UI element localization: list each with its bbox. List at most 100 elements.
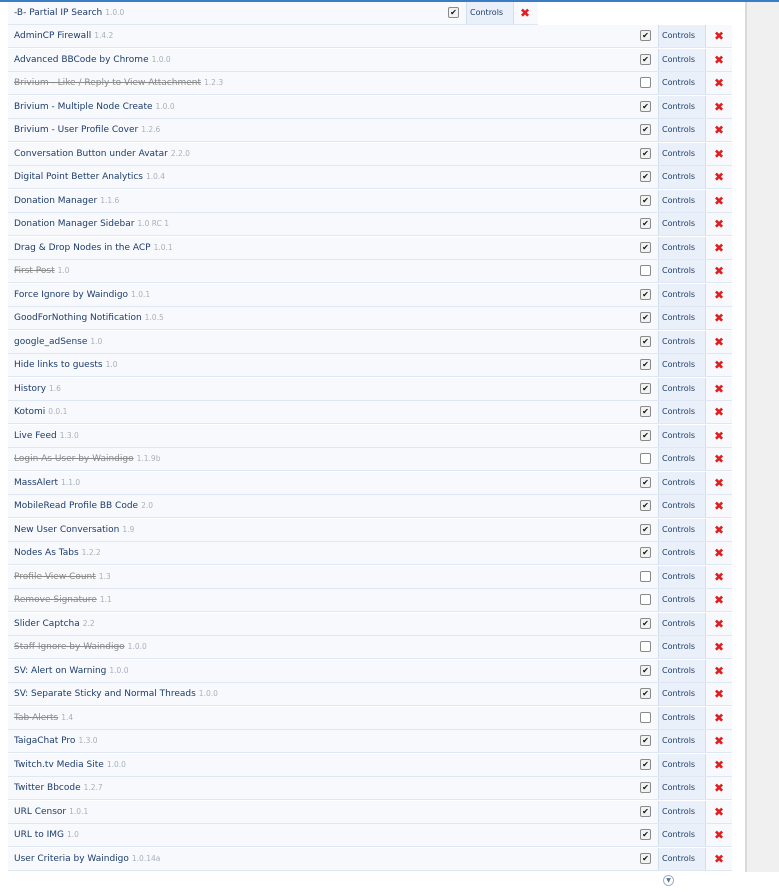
- addon-title[interactable]: AdminCP Firewall 1.4.2: [14, 25, 113, 47]
- enable-checkbox[interactable]: ✔: [640, 759, 651, 770]
- addon-name[interactable]: Brivium - Like / Reply to View Attachmen…: [14, 78, 201, 88]
- addon-title[interactable]: URL Censor 1.0.1: [14, 801, 88, 823]
- enable-checkbox[interactable]: ✔: [640, 500, 651, 511]
- addon-name[interactable]: google_adSense: [14, 337, 87, 347]
- controls-dropdown[interactable]: Controls▼: [658, 613, 706, 651]
- delete-icon[interactable]: ✖: [713, 453, 725, 465]
- delete-icon[interactable]: ✖: [713, 829, 725, 841]
- delete-icon[interactable]: ✖: [713, 735, 725, 747]
- delete-icon[interactable]: ✖: [713, 477, 725, 489]
- addon-name[interactable]: URL Censor: [14, 807, 66, 817]
- enable-checkbox[interactable]: ✔: [640, 853, 651, 864]
- addon-title[interactable]: Remove Signature 1.1: [14, 589, 112, 611]
- controls-dropdown[interactable]: Controls▼: [658, 237, 706, 275]
- addon-title[interactable]: Login As User by Waindigo 1.1.9b: [14, 448, 160, 470]
- enable-checkbox[interactable]: [640, 453, 651, 464]
- addon-name[interactable]: Conversation Button under Avatar: [14, 149, 168, 159]
- addon-name[interactable]: SV: Alert on Warning: [14, 666, 106, 676]
- addon-name[interactable]: Hide links to guests: [14, 360, 103, 370]
- addon-name[interactable]: History: [14, 384, 46, 394]
- delete-icon[interactable]: ✖: [713, 171, 725, 183]
- addon-name[interactable]: Nodes As Tabs: [14, 548, 79, 558]
- enable-checkbox[interactable]: ✔: [640, 195, 651, 206]
- controls-dropdown[interactable]: Controls▼: [658, 190, 706, 228]
- enable-checkbox[interactable]: ✔: [640, 665, 651, 676]
- addon-name[interactable]: New User Conversation: [14, 525, 119, 535]
- delete-icon[interactable]: ✖: [519, 7, 531, 19]
- enable-checkbox[interactable]: ✔: [640, 406, 651, 417]
- controls-dropdown[interactable]: Controls▼: [658, 425, 706, 463]
- controls-dropdown[interactable]: Controls▼: [658, 636, 706, 674]
- controls-dropdown[interactable]: Controls▼: [466, 2, 514, 40]
- controls-dropdown[interactable]: Controls▼: [658, 96, 706, 134]
- delete-icon[interactable]: ✖: [713, 524, 725, 536]
- controls-dropdown[interactable]: Controls▼: [658, 307, 706, 345]
- addon-name[interactable]: Profile View Count: [14, 572, 96, 582]
- controls-dropdown[interactable]: Controls▼: [658, 754, 706, 792]
- delete-icon[interactable]: ✖: [713, 218, 725, 230]
- controls-dropdown[interactable]: Controls▼: [658, 495, 706, 533]
- delete-icon[interactable]: ✖: [713, 336, 725, 348]
- enable-checkbox[interactable]: ✔: [640, 782, 651, 793]
- controls-dropdown[interactable]: Controls▼: [658, 519, 706, 557]
- addon-title[interactable]: First Post 1.0: [14, 260, 70, 282]
- addon-name[interactable]: GoodForNothing Notification: [14, 313, 142, 323]
- controls-dropdown[interactable]: Controls▼: [658, 284, 706, 322]
- addon-title[interactable]: Twitter Bbcode 1.2.7: [14, 777, 103, 799]
- delete-icon[interactable]: ✖: [713, 265, 725, 277]
- addon-name[interactable]: Login As User by Waindigo: [14, 454, 134, 464]
- delete-icon[interactable]: ✖: [713, 806, 725, 818]
- controls-dropdown[interactable]: Controls▼: [658, 730, 706, 768]
- enable-checkbox[interactable]: [640, 641, 651, 652]
- delete-icon[interactable]: ✖: [713, 124, 725, 136]
- addon-title[interactable]: Slider Captcha 2.2: [14, 613, 95, 635]
- enable-checkbox[interactable]: ✔: [640, 359, 651, 370]
- enable-checkbox[interactable]: ✔: [640, 430, 651, 441]
- controls-dropdown[interactable]: Controls▼: [658, 660, 706, 698]
- enable-checkbox[interactable]: ✔: [640, 171, 651, 182]
- addon-title[interactable]: Force Ignore by Waindigo 1.0.1: [14, 284, 150, 306]
- controls-dropdown[interactable]: Controls▼: [658, 448, 706, 486]
- addon-title[interactable]: Digital Point Better Analytics 1.0.4: [14, 166, 165, 188]
- addon-title[interactable]: Nodes As Tabs 1.2.2: [14, 542, 101, 564]
- delete-icon[interactable]: ✖: [713, 500, 725, 512]
- enable-checkbox[interactable]: ✔: [640, 30, 651, 41]
- addon-name[interactable]: Remove Signature: [14, 595, 97, 605]
- delete-icon[interactable]: ✖: [713, 665, 725, 677]
- addon-name[interactable]: First Post: [14, 266, 55, 276]
- controls-dropdown[interactable]: Controls▼: [658, 824, 706, 862]
- enable-checkbox[interactable]: ✔: [640, 101, 651, 112]
- addon-title[interactable]: Profile View Count 1.3: [14, 566, 111, 588]
- addon-name[interactable]: Twitter Bbcode: [14, 783, 81, 793]
- delete-icon[interactable]: ✖: [713, 406, 725, 418]
- addon-title[interactable]: Hide links to guests 1.0: [14, 354, 118, 376]
- addon-title[interactable]: Kotomi 0.0.1: [14, 401, 67, 423]
- delete-icon[interactable]: ✖: [713, 101, 725, 113]
- controls-dropdown[interactable]: Controls▼: [658, 683, 706, 721]
- enable-checkbox[interactable]: ✔: [448, 7, 459, 18]
- delete-icon[interactable]: ✖: [713, 148, 725, 160]
- addon-name[interactable]: Brivium - User Profile Cover: [14, 125, 138, 135]
- enable-checkbox[interactable]: ✔: [640, 618, 651, 629]
- controls-dropdown[interactable]: Controls▼: [658, 589, 706, 627]
- enable-checkbox[interactable]: ✔: [640, 289, 651, 300]
- addon-name[interactable]: MassAlert: [14, 478, 58, 488]
- addon-title[interactable]: SV: Alert on Warning 1.0.0: [14, 660, 128, 682]
- addon-name[interactable]: Drag & Drop Nodes in the ACP: [14, 243, 151, 253]
- controls-dropdown[interactable]: Controls▼: [658, 777, 706, 815]
- delete-icon[interactable]: ✖: [713, 195, 725, 207]
- enable-checkbox[interactable]: ✔: [640, 312, 651, 323]
- delete-icon[interactable]: ✖: [713, 547, 725, 559]
- controls-dropdown[interactable]: Controls▼: [658, 143, 706, 181]
- enable-checkbox[interactable]: ✔: [640, 383, 651, 394]
- addon-title[interactable]: Conversation Button under Avatar 2.2.0: [14, 143, 190, 165]
- addon-title[interactable]: Brivium - Multiple Node Create 1.0.0: [14, 96, 175, 118]
- addon-name[interactable]: Force Ignore by Waindigo: [14, 290, 128, 300]
- delete-icon[interactable]: ✖: [713, 853, 725, 865]
- addon-name[interactable]: Slider Captcha: [14, 619, 80, 629]
- controls-dropdown[interactable]: Controls▼: [658, 472, 706, 510]
- delete-icon[interactable]: ✖: [713, 359, 725, 371]
- controls-dropdown[interactable]: Controls▼: [658, 566, 706, 604]
- addon-title[interactable]: History 1.6: [14, 378, 61, 400]
- addon-name[interactable]: User Criteria by Waindigo: [14, 854, 129, 864]
